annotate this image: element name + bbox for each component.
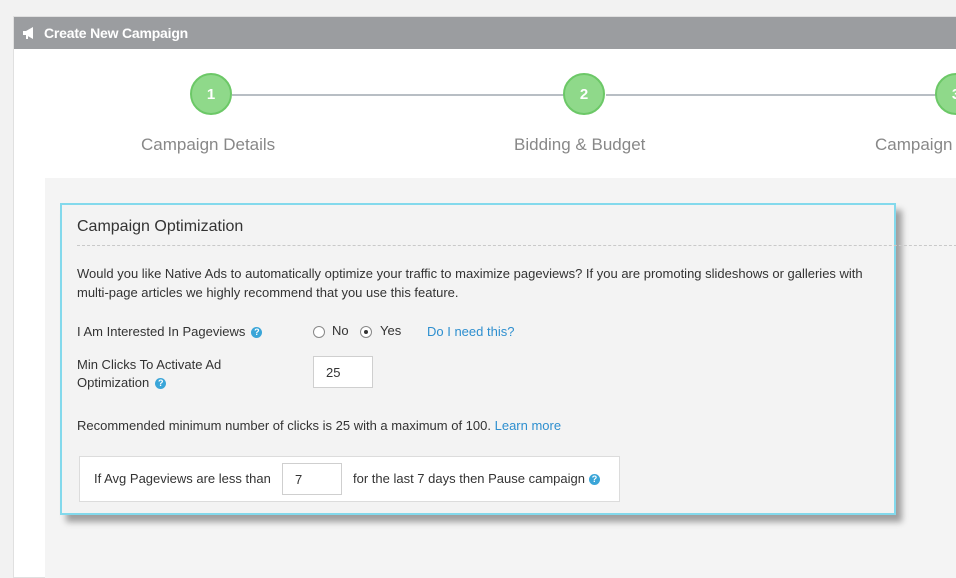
recommendation-row: Recommended minimum number of clicks is … [77,417,561,435]
campaign-optimization-box: Campaign Optimization Would you like Nat… [60,203,956,515]
step-2-label: Bidding & Budget [514,135,646,154]
step-2-circle[interactable]: 2 [563,73,605,115]
radio-yes-label[interactable]: Yes [380,323,401,338]
radio-no[interactable] [313,326,325,338]
divider [77,245,956,246]
help-icon[interactable]: ? [588,474,600,486]
step-number: 3 [952,86,956,103]
pageviews-row: I Am Interested In Pageviews? [77,323,263,341]
rule-suffix-row: for the last 7 days then Pause campaign? [353,470,600,488]
min-clicks-row: Min Clicks To Activate Ad Optimization? [77,356,257,392]
learn-more-link[interactable]: Learn more [495,418,561,433]
section-title: Campaign Optimization [77,218,244,235]
rule-suffix: for the last 7 days then Pause campaign [353,471,585,486]
radio-yes[interactable] [360,326,372,338]
rule-prefix: If Avg Pageviews are less than [94,471,271,486]
panel-title: Create New Campaign [44,25,189,41]
step-connector [606,94,946,96]
step-number: 1 [206,85,216,103]
min-clicks-input[interactable]: 25 [313,356,373,388]
help-icon[interactable]: ? [251,327,263,339]
panel-header: Create New Campaign [14,17,956,49]
help-icon[interactable]: ? [155,378,167,390]
recommendation-text: Recommended minimum number of clicks is … [77,418,491,433]
step-3-label: Campaign [875,135,953,154]
step-1-label: Campaign Details [141,135,276,154]
min-clicks-value: 25 [326,364,341,380]
optimization-description: Would you like Native Ads to automatical… [77,266,863,300]
step-number: 2 [579,85,589,103]
step-1-circle[interactable]: 1 [190,73,232,115]
pause-rule-box: If Avg Pageviews are less than 7 for the… [79,456,620,502]
avg-pageviews-value: 7 [295,471,303,487]
do-i-need-this-link[interactable]: Do I need this? [427,324,514,339]
megaphone-icon [22,26,38,40]
pageviews-label: I Am Interested In Pageviews [77,324,246,339]
min-clicks-label: Min Clicks To Activate Ad Optimization [77,357,222,390]
radio-no-label[interactable]: No [332,323,349,338]
avg-pageviews-input[interactable]: 7 [282,463,342,495]
step-connector [232,94,566,96]
